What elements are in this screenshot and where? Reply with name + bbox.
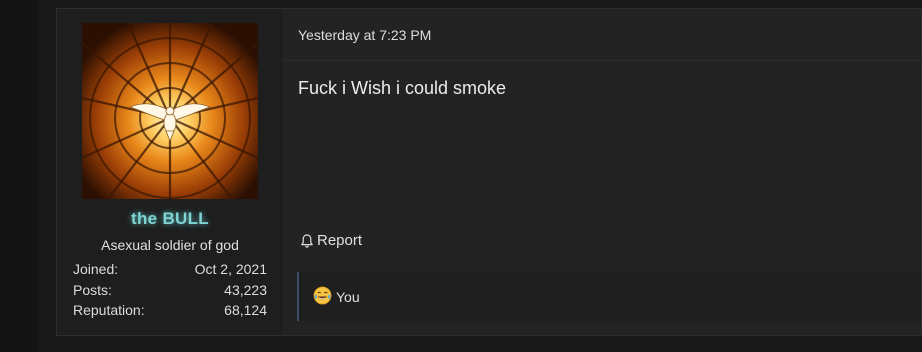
- post-header: Yesterday at 7:23 PM: [283, 9, 921, 61]
- forum-post: the BULL Asexual soldier of god Joined: …: [56, 8, 922, 336]
- report-button[interactable]: Report: [299, 232, 362, 249]
- stat-value: 43,223: [224, 281, 267, 298]
- user-stats: Joined: Oct 2, 2021 Posts: 43,223 Reputa…: [73, 261, 267, 323]
- stat-value: 68,124: [224, 302, 267, 318]
- user-info-panel: the BULL Asexual soldier of god Joined: …: [57, 9, 283, 335]
- stat-value: Oct 2, 2021: [194, 261, 267, 277]
- stat-row-posts: Posts: 43,223: [73, 282, 267, 303]
- post-main: Yesterday at 7:23 PM Fuck i Wish i could…: [283, 9, 921, 335]
- left-gutter: [0, 0, 38, 352]
- bell-icon: [301, 233, 313, 248]
- reaction-users[interactable]: You: [336, 289, 360, 305]
- stat-label: Reputation:: [73, 302, 145, 318]
- avatar[interactable]: [82, 23, 258, 199]
- username-link[interactable]: the BULL: [57, 209, 283, 229]
- report-label: Report: [317, 232, 363, 249]
- avatar-image: [82, 23, 258, 199]
- post-timestamp[interactable]: Yesterday at 7:23 PM: [298, 27, 431, 43]
- laughing-tears-emoji-icon: [313, 286, 332, 308]
- stat-label: Posts:: [73, 281, 112, 298]
- stat-row-reputation: Reputation: 68,124: [73, 302, 267, 323]
- reactions-bar[interactable]: You: [297, 272, 921, 321]
- stat-label: Joined:: [73, 261, 119, 277]
- user-title: Asexual soldier of god: [101, 237, 239, 253]
- stat-row-joined: Joined: Oct 2, 2021: [73, 261, 267, 282]
- post-content: Fuck i Wish i could smoke: [298, 78, 507, 98]
